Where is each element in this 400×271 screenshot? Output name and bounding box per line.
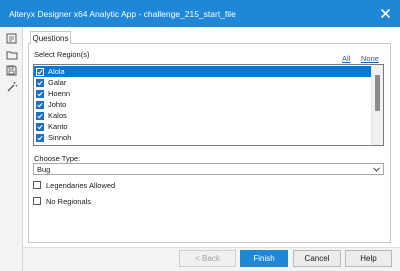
- checkbox-checked-icon[interactable]: [36, 100, 44, 109]
- choose-type-label: Choose Type:: [34, 154, 81, 163]
- checkbox-checked-icon[interactable]: [36, 133, 44, 142]
- folder-icon[interactable]: [5, 48, 18, 61]
- close-icon[interactable]: [374, 3, 396, 25]
- list-item-label: Sinnoh: [48, 133, 72, 142]
- list-item-label: Alola: [48, 67, 65, 76]
- select-none-link[interactable]: None: [361, 54, 379, 63]
- list-item-label: Hoenn: [48, 89, 71, 98]
- type-dropdown-value: Bug: [37, 164, 51, 174]
- checkbox-checked-icon[interactable]: [36, 67, 44, 76]
- list-item-johto[interactable]: Johto: [34, 99, 372, 110]
- form-icon[interactable]: [5, 32, 18, 45]
- save-icon[interactable]: [5, 64, 18, 77]
- list-item-kalos[interactable]: Kalos: [34, 110, 372, 121]
- cancel-button[interactable]: Cancel: [293, 250, 341, 267]
- listbox-scrollbar[interactable]: [371, 65, 383, 145]
- list-item-alola[interactable]: Alola: [34, 66, 372, 77]
- list-item-kanto[interactable]: Kanto: [34, 121, 372, 132]
- legendaries-allowed-label: Legendaries Allowed: [46, 180, 116, 190]
- checkbox-unchecked-icon[interactable]: [33, 197, 41, 205]
- wand-icon[interactable]: [5, 80, 18, 93]
- title-bar: Alteryx Designer x64 Analytic App - chal…: [0, 0, 400, 27]
- list-item-sinnoh[interactable]: Sinnoh: [34, 132, 372, 143]
- checkbox-checked-icon[interactable]: [36, 111, 44, 120]
- list-item-label: Kalos: [48, 111, 67, 120]
- scrollbar-thumb[interactable]: [375, 75, 380, 111]
- select-all-link[interactable]: All: [342, 54, 350, 63]
- help-button[interactable]: Help: [345, 250, 392, 267]
- chevron-down-icon[interactable]: [372, 165, 381, 174]
- tab-questions[interactable]: Questions: [30, 31, 71, 44]
- list-item-label: Kanto: [48, 122, 68, 131]
- legendaries-allowed-option[interactable]: Legendaries Allowed: [33, 180, 115, 190]
- checkbox-checked-icon[interactable]: [36, 78, 44, 87]
- no-regionals-label: No Regionals: [46, 196, 92, 206]
- no-regionals-option[interactable]: No Regionals: [33, 196, 91, 206]
- checkbox-checked-icon[interactable]: [36, 89, 44, 98]
- finish-button[interactable]: Finish: [240, 250, 288, 267]
- checkbox-unchecked-icon[interactable]: [33, 181, 41, 189]
- region-listbox[interactable]: Alola Galar Hoenn Johto Kalos Kanto Sinn…: [33, 64, 384, 146]
- list-item-label: Johto: [48, 100, 67, 109]
- select-region-label: Select Region(s): [34, 50, 90, 59]
- type-dropdown[interactable]: Bug: [33, 163, 384, 175]
- sidebar: [0, 27, 23, 271]
- back-button[interactable]: < Back: [179, 250, 236, 267]
- window-title: Alteryx Designer x64 Analytic App - chal…: [9, 8, 236, 19]
- list-item-galar[interactable]: Galar: [34, 77, 372, 88]
- list-item-label: Galar: [48, 78, 67, 87]
- checkbox-checked-icon[interactable]: [36, 122, 44, 131]
- list-item-hoenn[interactable]: Hoenn: [34, 88, 372, 99]
